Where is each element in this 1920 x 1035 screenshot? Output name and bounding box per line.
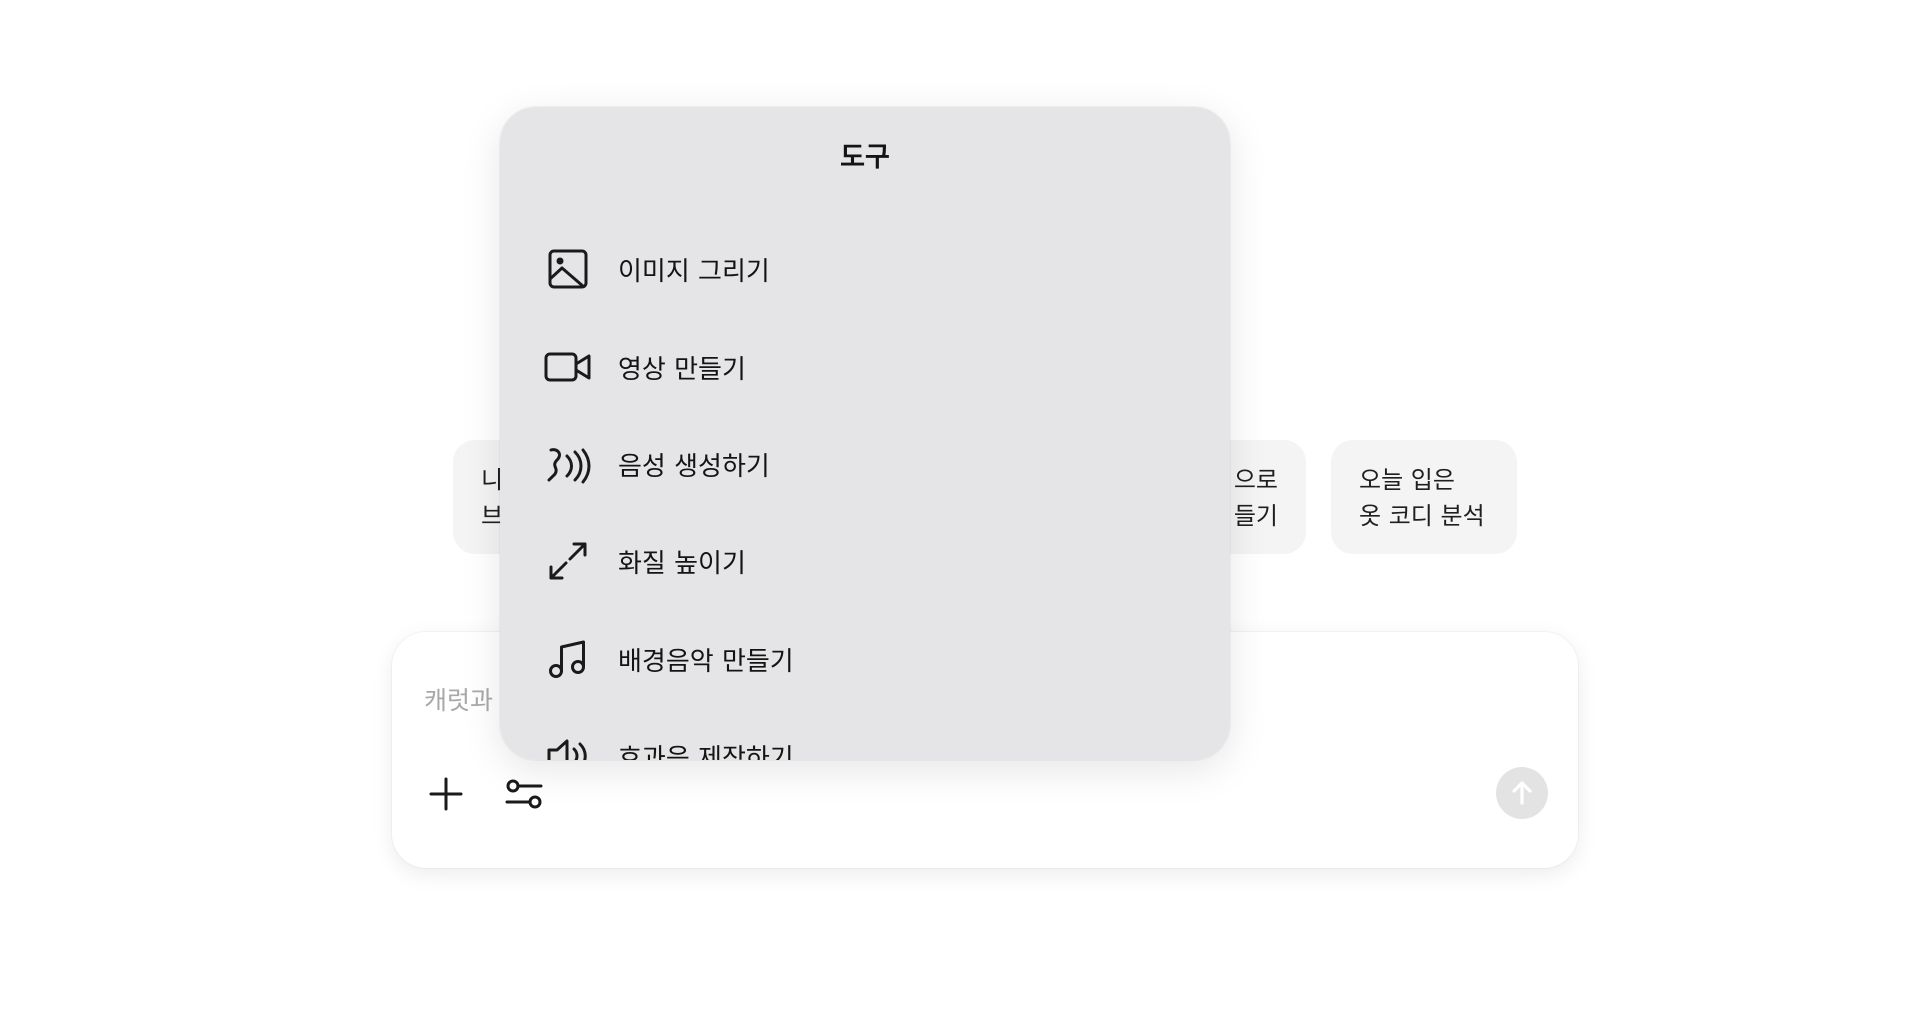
menu-item-label: 배경음악 만들기 bbox=[618, 646, 794, 677]
music-note-icon bbox=[544, 635, 592, 683]
menu-item-label: 효과음 제작하기 bbox=[618, 743, 794, 761]
send-button[interactable] bbox=[1496, 767, 1548, 819]
menu-item-label: 음성 생성하기 bbox=[618, 451, 770, 482]
voice-wave-icon bbox=[544, 440, 592, 488]
suggestion-chip-3-line1: 오늘 입은 bbox=[1359, 466, 1455, 494]
tools-popover: 도구 이미지 그리기 영상 만들기 음성 생성하기 화질 높이기 배경음악 만들… bbox=[500, 107, 1230, 760]
menu-item-make-sfx[interactable]: 효과음 제작하기 bbox=[544, 726, 1184, 760]
add-button[interactable] bbox=[418, 766, 474, 822]
menu-item-label: 화질 높이기 bbox=[618, 548, 746, 579]
speaker-icon bbox=[544, 732, 592, 760]
suggestion-chip-2-line2: 들기 bbox=[1233, 502, 1278, 530]
plus-icon bbox=[429, 777, 463, 811]
popover-title: 도구 bbox=[840, 142, 890, 173]
video-camera-icon bbox=[544, 343, 592, 391]
expand-arrows-icon bbox=[544, 537, 592, 585]
menu-item-label: 이미지 그리기 bbox=[618, 256, 770, 287]
suggestion-chip-2-line1: 으로 bbox=[1233, 466, 1278, 494]
image-icon bbox=[544, 245, 592, 293]
menu-item-label: 영상 만들기 bbox=[618, 354, 746, 385]
tools-button[interactable] bbox=[496, 766, 552, 822]
suggestion-chip-3[interactable]: 오늘 입은 옷 코디 분석 bbox=[1331, 440, 1517, 554]
menu-item-draw-image[interactable]: 이미지 그리기 bbox=[544, 239, 1184, 299]
sliders-icon bbox=[505, 779, 543, 809]
menu-item-generate-voice[interactable]: 음성 생성하기 bbox=[544, 434, 1184, 494]
arrow-up-icon bbox=[1512, 781, 1532, 805]
menu-item-make-bgm[interactable]: 배경음악 만들기 bbox=[544, 629, 1184, 689]
menu-item-make-video[interactable]: 영상 만들기 bbox=[544, 337, 1184, 397]
menu-item-upscale[interactable]: 화질 높이기 bbox=[544, 531, 1184, 591]
page: 니 브 으로 들기 오늘 입은 옷 코디 분석 캐럿과 도구 이미지 그리기 영… bbox=[0, 0, 1920, 1035]
suggestion-chip-3-line2: 옷 코디 분석 bbox=[1359, 502, 1485, 530]
